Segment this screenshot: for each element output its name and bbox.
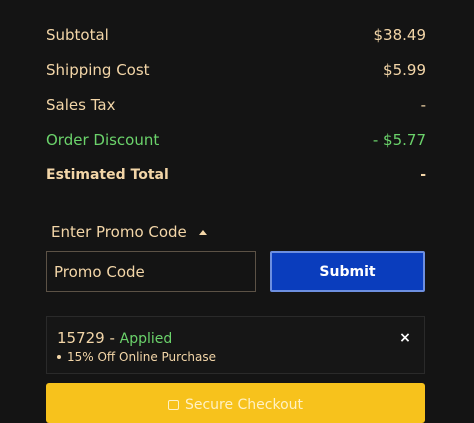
subtotal-label: Subtotal [46,26,109,44]
shipping-value: $5.99 [383,61,426,79]
subtotal-row: Subtotal $38.49 [46,24,426,46]
sales-tax-label: Sales Tax [46,96,116,114]
caret-up-icon [198,229,207,235]
applied-status: Applied [119,331,173,347]
submit-label: Submit [319,263,376,280]
sales-tax-value: - [420,96,426,114]
applied-promo-card: 15729 - Applied 15% Off Online Purchase … [46,316,425,374]
applied-separator: - [104,329,120,347]
applied-description: 15% Off Online Purchase [67,350,217,364]
submit-button[interactable]: Submit [270,251,425,292]
secure-checkout-button[interactable]: Secure Checkout [46,383,425,423]
estimated-total-value: - [420,167,426,183]
close-icon: × [399,330,411,346]
bullet-icon [57,355,61,359]
shipping-label: Shipping Cost [46,61,150,79]
remove-promo-button[interactable]: × [398,331,412,345]
order-discount-label: Order Discount [46,131,160,149]
estimated-total-row: Estimated Total - [46,164,426,186]
shipping-row: Shipping Cost $5.99 [46,59,426,81]
promo-toggle-label: Enter Promo Code [51,223,187,241]
order-discount-row: Order Discount - $5.77 [46,129,426,151]
estimated-total-label: Estimated Total [46,167,169,183]
lock-icon [167,400,179,410]
promo-code-toggle[interactable]: Enter Promo Code [51,223,207,241]
sales-tax-row: Sales Tax - [46,94,426,116]
promo-code-input[interactable] [46,251,256,292]
subtotal-value: $38.49 [373,26,427,44]
applied-code-line: 15729 - Applied [57,329,172,347]
checkout-label: Secure Checkout [184,397,304,413]
applied-code: 15729 [57,329,105,347]
order-discount-value: - $5.77 [372,131,426,149]
applied-description-line: 15% Off Online Purchase [57,350,216,364]
